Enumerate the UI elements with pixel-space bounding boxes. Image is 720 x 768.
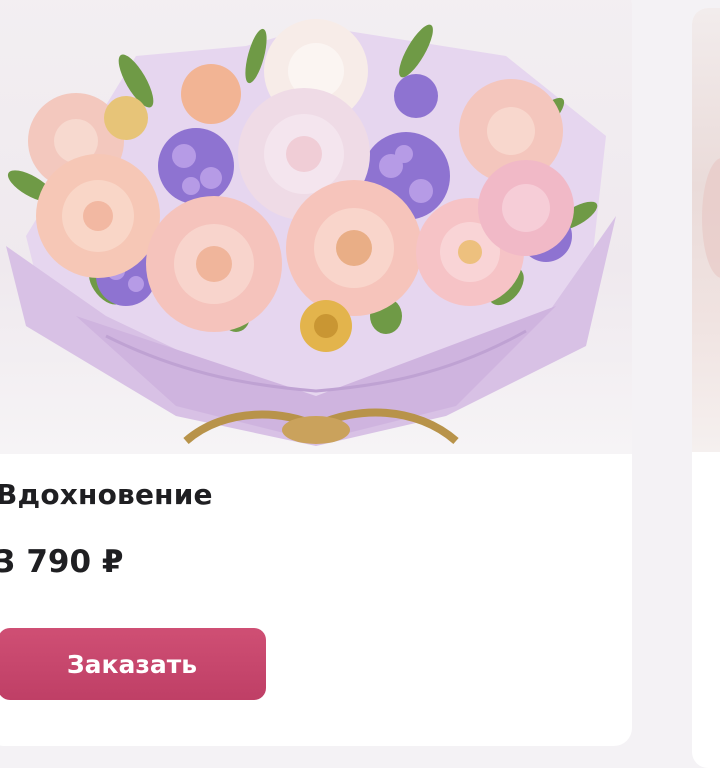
flower-bouquet-image [6, 19, 616, 446]
bouquet-image[interactable] [0, 0, 632, 454]
next-product-card[interactable] [692, 8, 720, 768]
product-title: Вдохновение [0, 478, 213, 511]
next-product-image[interactable] [692, 8, 720, 452]
order-button[interactable]: Заказать [0, 628, 266, 700]
product-price: 3 790 ₽ [0, 544, 124, 580]
product-card[interactable]: Вдохновение 3 790 ₽ Заказать [0, 0, 632, 746]
